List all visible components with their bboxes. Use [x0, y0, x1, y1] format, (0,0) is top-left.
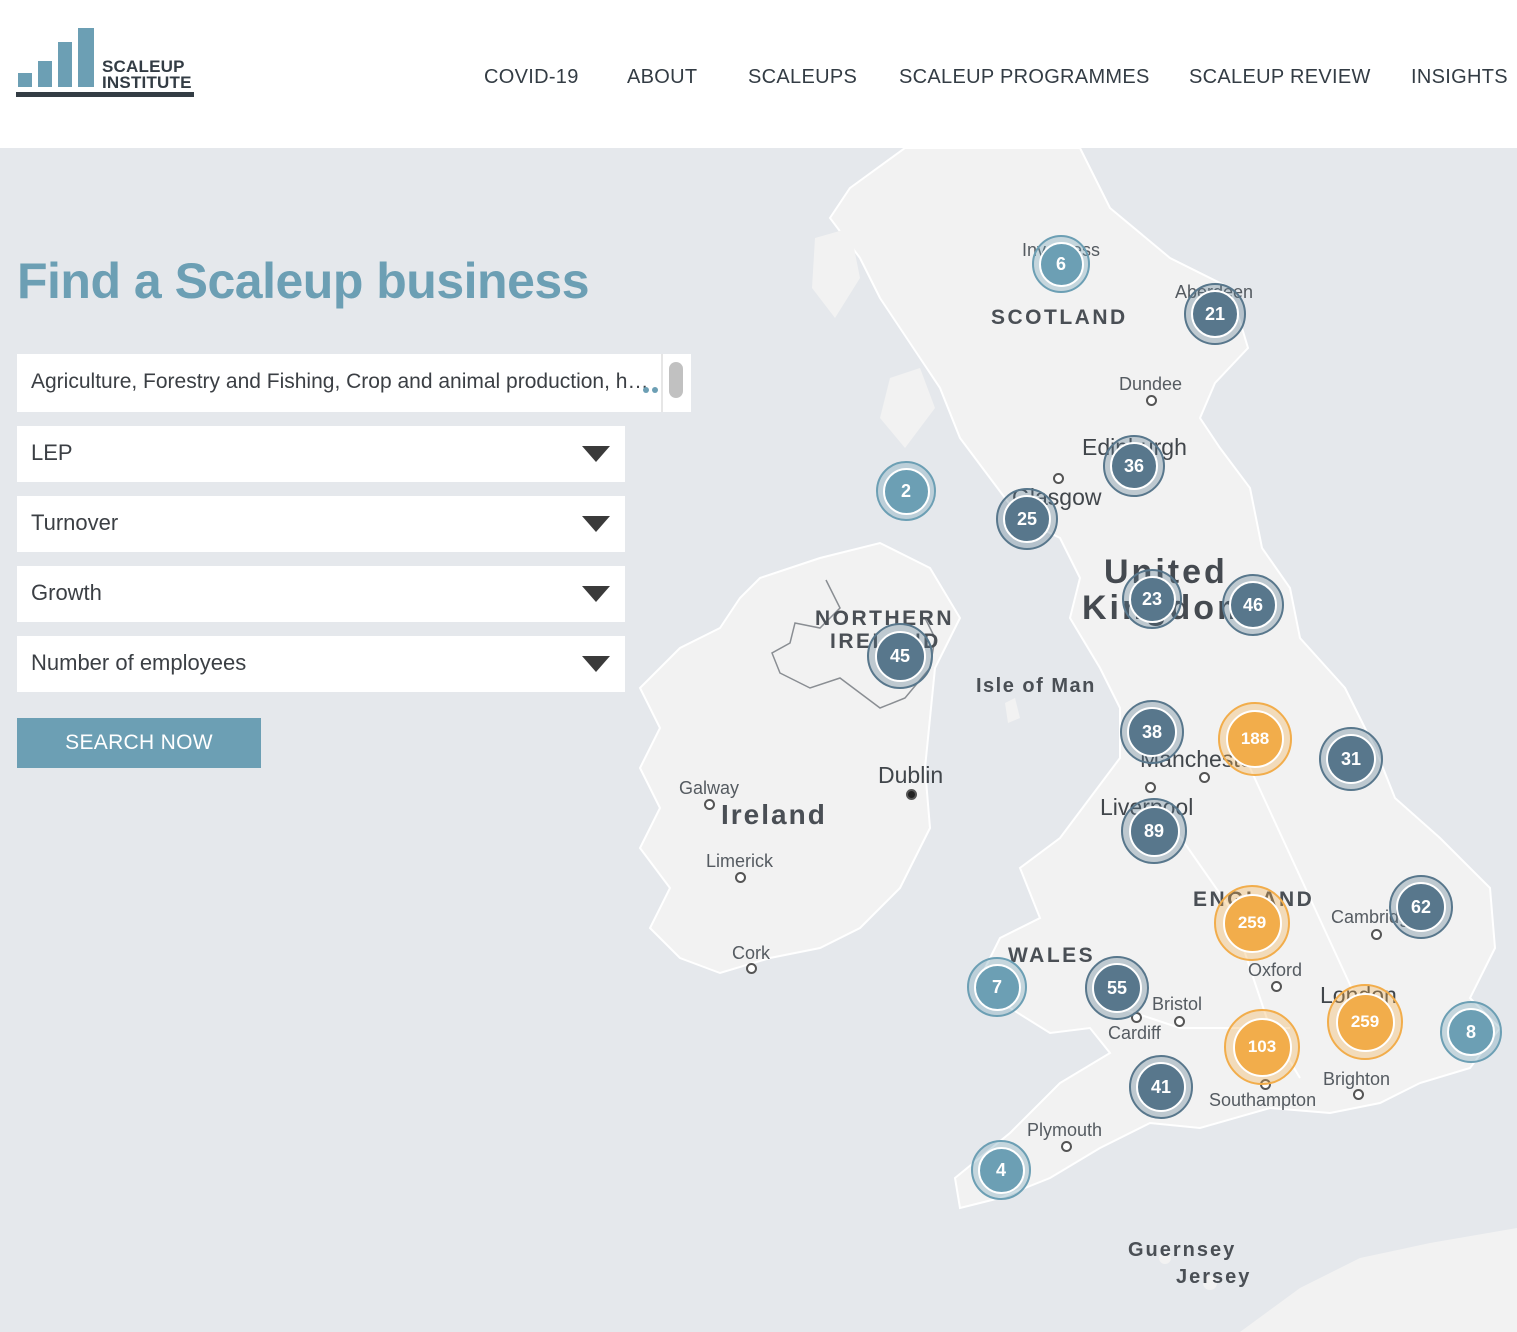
map-label-ireland: Ireland [721, 799, 827, 830]
map-capital-dot [906, 789, 917, 800]
map-cluster-cornwall[interactable]: 4 [971, 1140, 1031, 1200]
map-label-southampton: Southampton [1209, 1090, 1317, 1110]
map-cluster-belfast[interactable]: 45 [867, 623, 933, 689]
map-city-dot [1271, 981, 1282, 992]
map-label-jersey: Jersey [1176, 1266, 1252, 1288]
map-label-cardiff: Cardiff [1108, 1023, 1161, 1043]
search-now-button[interactable]: SEARCH NOW [17, 718, 261, 768]
map-cluster-count: 45 [874, 630, 926, 682]
map-cluster-midlands[interactable]: 259 [1214, 885, 1290, 961]
map-cluster-yorkshire[interactable]: 188 [1218, 702, 1292, 776]
nav-insights[interactable]: INSIGHTS [1411, 66, 1508, 89]
map-cluster-inverness[interactable]: 6 [1032, 235, 1090, 293]
sector-selected-value: Agriculture, Forestry and Fishing, Crop … [31, 370, 649, 393]
map-label-bristol: Bristol [1152, 994, 1203, 1014]
lep-dropdown-label: LEP [31, 440, 73, 465]
map-cluster-count: 4 [977, 1146, 1025, 1194]
employees-dropdown[interactable]: Number of employees [17, 636, 625, 692]
map-city-dot [1146, 395, 1157, 406]
map-cluster-kent[interactable]: 8 [1440, 1001, 1502, 1063]
map-label-dundee: Dundee [1119, 374, 1183, 394]
map-cluster-count: 103 [1232, 1017, 1292, 1077]
map-cluster-south-wales[interactable]: 55 [1085, 956, 1149, 1020]
map-cluster-count: 259 [1222, 893, 1282, 953]
map-cluster-count: 259 [1335, 992, 1395, 1052]
map-cluster-count: 25 [1003, 495, 1051, 543]
map-city-dot [1199, 772, 1210, 783]
map-label-isle-of-man: Isle of Man [976, 675, 1096, 697]
growth-dropdown-label: Growth [31, 580, 102, 605]
map-cluster-north-east[interactable]: 46 [1222, 574, 1284, 636]
more-dots-icon [643, 378, 663, 393]
map-city-dot [1174, 1016, 1185, 1027]
map-cluster-london[interactable]: 259 [1327, 984, 1403, 1060]
employees-dropdown-label: Number of employees [31, 650, 247, 675]
turnover-dropdown[interactable]: Turnover [17, 496, 625, 552]
map-cluster-west-wales[interactable]: 7 [967, 957, 1027, 1017]
nav-covid-19[interactable]: COVID-19 [484, 66, 579, 89]
map-cluster-lancashire[interactable]: 38 [1120, 700, 1184, 764]
map-cluster-glasgow[interactable]: 25 [996, 488, 1058, 550]
map-cluster-count: 46 [1229, 581, 1277, 629]
map-city-dot [746, 963, 757, 974]
map-label-galway: Galway [679, 778, 740, 798]
lep-dropdown[interactable]: LEP [17, 426, 625, 482]
map-cluster-count: 6 [1038, 241, 1084, 287]
nav-about[interactable]: ABOUT [627, 66, 697, 89]
map-cluster-count: 2 [882, 467, 930, 515]
sector-multiselect[interactable]: Agriculture, Forestry and Fishing, Crop … [17, 354, 691, 412]
map-cluster-count: 7 [973, 963, 1021, 1011]
map-label-scotland: SCOTLAND [991, 306, 1128, 329]
map-label-guernsey: Guernsey [1128, 1239, 1237, 1261]
map-cluster-edinburgh[interactable]: 36 [1103, 435, 1165, 497]
map-cluster-count: 21 [1191, 290, 1239, 338]
map-cluster-count: 23 [1128, 575, 1176, 623]
growth-dropdown[interactable]: Growth [17, 566, 625, 622]
map-cluster-count: 8 [1447, 1008, 1495, 1056]
map-label-limerick: Limerick [706, 851, 774, 871]
map-cluster-northwest-isles[interactable]: 2 [876, 461, 936, 521]
site-header: SCALEUP INSTITUTE COVID-19 ABOUT SCALEUP… [0, 0, 1517, 148]
map-cluster-devon[interactable]: 41 [1129, 1055, 1193, 1119]
map-cluster-aberdeen[interactable]: 21 [1184, 283, 1246, 345]
map-label-plymouth: Plymouth [1027, 1120, 1103, 1140]
map-city-dot [1145, 782, 1156, 793]
map-cluster-count: 38 [1127, 707, 1177, 757]
main-nav: COVID-19 ABOUT SCALEUPS SCALEUP PROGRAMM… [0, 66, 1517, 92]
caret-down-icon [582, 656, 610, 672]
nav-scaleup-programmes[interactable]: SCALEUP PROGRAMMES [899, 66, 1150, 89]
map-cluster-count: 188 [1226, 710, 1284, 768]
map-label-wales: WALES [1008, 944, 1096, 967]
page-title: Find a Scaleup business [17, 253, 590, 309]
scroll-track [661, 354, 663, 412]
nav-scaleup-review[interactable]: SCALEUP REVIEW [1189, 66, 1371, 89]
map-cluster-count: 55 [1092, 963, 1142, 1013]
map-city-dot [1353, 1089, 1364, 1100]
map-city-dot [1053, 473, 1064, 484]
map-city-dot [735, 872, 746, 883]
map-city-dot [1061, 1141, 1072, 1152]
map-label-cork: Cork [732, 943, 771, 963]
map-cluster-count: 89 [1128, 805, 1180, 857]
map-cluster-east-anglia[interactable]: 62 [1389, 875, 1453, 939]
map-city-dot [704, 799, 715, 810]
caret-down-icon [582, 586, 610, 602]
map-city-dot [1371, 929, 1382, 940]
map-cluster-count: 31 [1326, 734, 1376, 784]
map-label-oxford: Oxford [1248, 960, 1303, 980]
map-cluster-borders[interactable]: 23 [1122, 569, 1182, 629]
caret-down-icon [582, 446, 610, 462]
turnover-dropdown-label: Turnover [31, 510, 119, 535]
caret-down-icon [582, 516, 610, 532]
nav-scaleups[interactable]: SCALEUPS [748, 66, 857, 89]
map-label-brighton: Brighton [1323, 1069, 1391, 1089]
map-cluster-southampton[interactable]: 103 [1224, 1009, 1300, 1085]
map-cluster-count: 41 [1136, 1062, 1186, 1112]
map-cluster-count: 62 [1396, 882, 1446, 932]
map-cluster-liverpool[interactable]: 89 [1121, 798, 1187, 864]
map-label-dublin: Dublin [878, 762, 944, 788]
scrollbar-thumb[interactable] [669, 362, 683, 398]
map-cluster-east-yorkshire[interactable]: 31 [1319, 727, 1383, 791]
map-cluster-count: 36 [1110, 442, 1158, 490]
